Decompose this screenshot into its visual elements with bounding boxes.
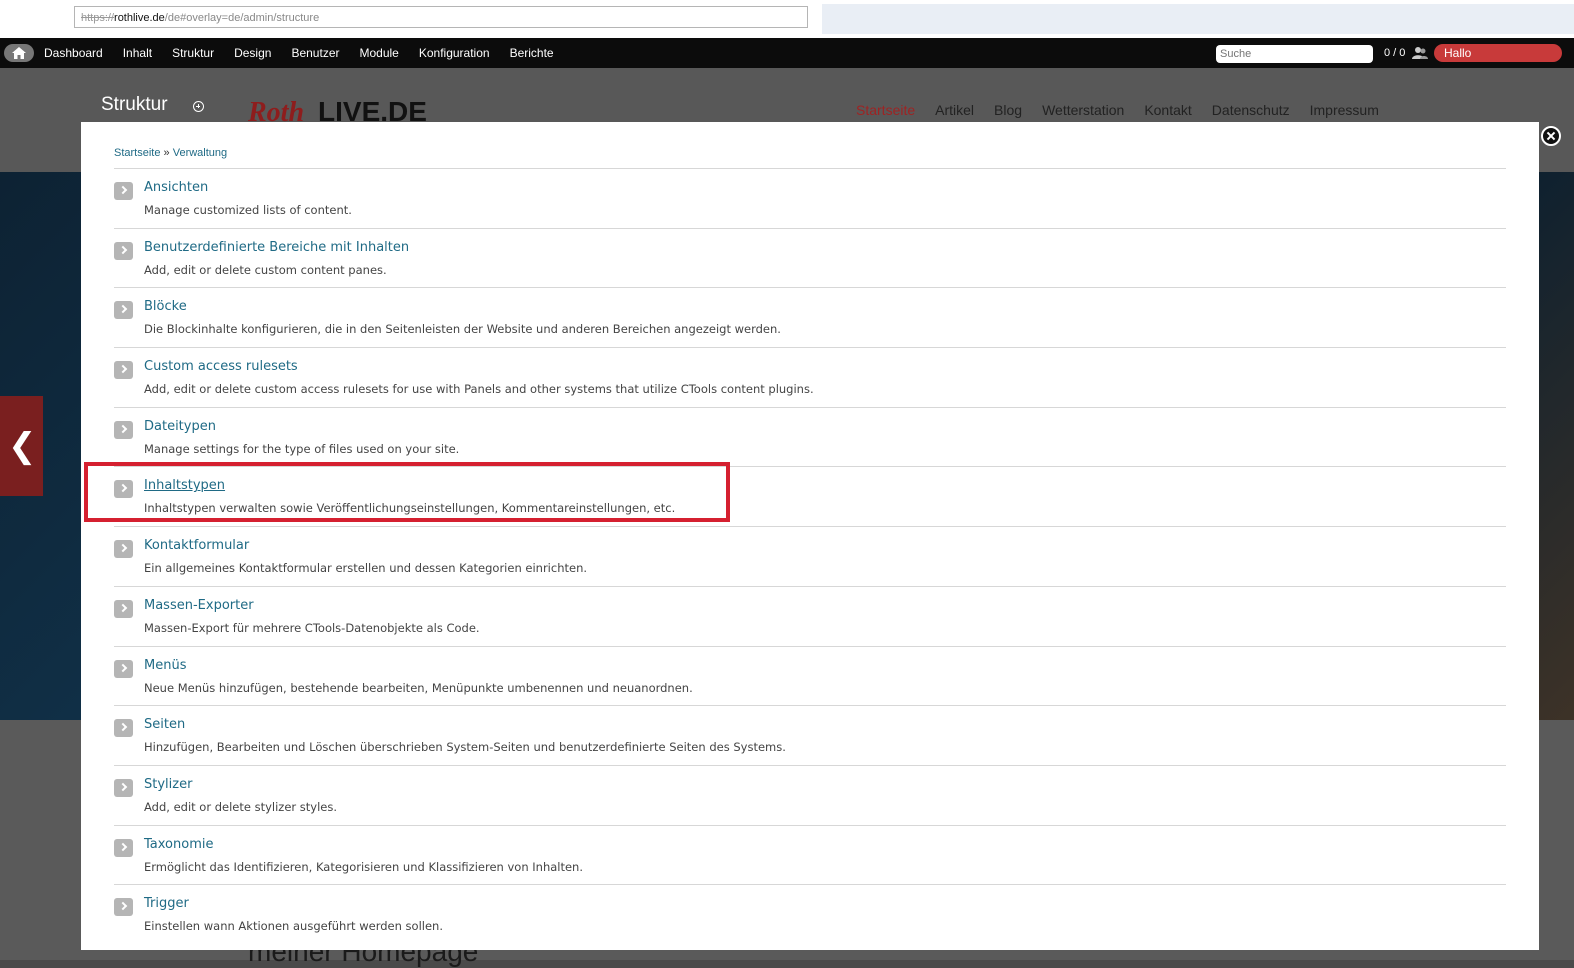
toolbar-menu-benutzer[interactable]: Benutzer <box>291 38 339 68</box>
list-item: Stylizer Add, edit or delete stylizer sty… <box>114 764 1506 825</box>
users-icon <box>1412 47 1428 59</box>
list-item-title-link[interactable]: Massen-Exporter <box>144 598 254 613</box>
chevron-right-icon[interactable] <box>114 838 133 857</box>
home-icon <box>12 47 26 59</box>
list-item: Ansichten Manage customized lists of cont… <box>114 168 1506 228</box>
list-item-title-link[interactable]: Benutzerdefinierte Bereiche mit Inhalten <box>144 240 409 255</box>
list-item-title-link[interactable]: Taxonomie <box>144 837 213 852</box>
user-counter: 0 / 0 <box>1384 47 1406 59</box>
list-item: Custom access rulesets Add, edit or delet… <box>114 347 1506 407</box>
list-item-description: Add, edit or delete stylizer styles. <box>144 799 338 814</box>
url-host: rothlive.de <box>114 12 165 24</box>
add-shortcut-icon[interactable] <box>193 101 204 112</box>
breadcrumb-startseite[interactable]: Startseite <box>114 147 160 159</box>
chevron-right-icon[interactable] <box>114 301 133 320</box>
user-menu-button[interactable]: Hallo <box>1434 44 1562 62</box>
list-item: Trigger Einstellen wann Aktionen ausgefüh… <box>114 884 1506 944</box>
highlight-annotation <box>84 462 730 522</box>
list-item-description: Ein allgemeines Kontaktformular erstelle… <box>144 561 588 576</box>
toolbar-menu: Dashboard Inhalt Struktur Design Benutzer Mod… <box>44 38 574 68</box>
list-item-title-link[interactable]: Dateitypen <box>144 419 216 434</box>
address-bar[interactable]: https://rothlive.de/de#overlay=de/admin/… <box>74 6 808 28</box>
list-item-title-link[interactable]: Ansichten <box>144 180 208 195</box>
chevron-right-icon[interactable] <box>114 241 133 260</box>
chevron-right-icon[interactable] <box>114 898 133 917</box>
toolbar-menu-dashboard[interactable]: Dashboard <box>44 38 103 68</box>
list-item-description: Ermöglicht das Identifizieren, Kategoris… <box>144 859 583 874</box>
chevron-right-icon[interactable] <box>114 182 133 200</box>
list-item: Menüs Neue Menüs hinzufügen, bestehende b… <box>114 645 1506 706</box>
url-path: /de#overlay=de/admin/structure <box>164 12 320 24</box>
admin-structure-list: Ansichten Manage customized lists of cont… <box>114 168 1506 944</box>
chevron-right-icon[interactable] <box>114 659 133 678</box>
list-item-title-link[interactable]: Blöcke <box>144 299 187 314</box>
list-item: Seiten Hinzufügen, Bearbeiten und Löschen… <box>114 705 1506 765</box>
breadcrumb-separator: » <box>163 147 170 159</box>
list-item: Taxonomie Ermöglicht das Identifizieren, … <box>114 824 1506 885</box>
site-nav-datenschutz[interactable]: Datenschutz <box>1212 102 1290 118</box>
toolbar-menu-struktur[interactable]: Struktur <box>172 38 214 68</box>
site-nav-kontakt[interactable]: Kontakt <box>1144 102 1191 118</box>
slider-prev-button[interactable]: ❮ <box>0 396 43 496</box>
toolbar-menu-module[interactable]: Module <box>359 38 398 68</box>
list-item-description: Einstellen wann Aktionen ausgeführt werd… <box>144 919 443 934</box>
breadcrumb-verwaltung[interactable]: Verwaltung <box>173 147 227 159</box>
url-scheme: https:// <box>81 12 115 24</box>
list-item: Blöcke Die Blockinhalte konfigurieren, di… <box>114 287 1506 347</box>
list-item-title-link[interactable]: Stylizer <box>144 777 192 792</box>
chevron-left-icon: ❮ <box>8 426 37 466</box>
list-item-title-link[interactable]: Menüs <box>144 658 186 673</box>
site-nav-startseite[interactable]: Startseite <box>856 102 915 118</box>
list-item-description: Manage settings for the type of files us… <box>144 441 460 456</box>
list-item: Dateitypen Manage settings for the type o… <box>114 406 1506 467</box>
browser-bar: https://rothlive.de/de#overlay=de/admin/… <box>0 0 1574 38</box>
site-nav-blog[interactable]: Blog <box>994 102 1022 118</box>
site-nav-artikel[interactable]: Artikel <box>935 102 974 118</box>
toolbar-menu-konfiguration[interactable]: Konfiguration <box>419 38 490 68</box>
toolbar-menu-berichte[interactable]: Berichte <box>510 38 554 68</box>
chevron-right-icon[interactable] <box>114 420 133 439</box>
list-item-title-link[interactable]: Kontaktformular <box>144 538 249 553</box>
toolbar-menu-inhalt[interactable]: Inhalt <box>123 38 152 68</box>
list-item-title-link[interactable]: Seiten <box>144 717 185 732</box>
list-item: Benutzerdefinierte Bereiche mit Inhalten… <box>114 227 1506 288</box>
list-item: Kontaktformular Ein allgemeines Kontaktfo… <box>114 526 1506 586</box>
list-item-description: Die Blockinhalte konfigurieren, die in d… <box>144 322 781 337</box>
list-item-title-link[interactable]: Trigger <box>144 896 189 911</box>
site-nav-wetterstation[interactable]: Wetterstation <box>1042 102 1124 118</box>
list-item-description: Neue Menüs hinzufügen, bestehende bearbe… <box>144 680 693 695</box>
chevron-right-icon[interactable] <box>114 540 133 559</box>
browser-tab-strip <box>822 4 1574 34</box>
list-item-description: Add, edit or delete custom access rulese… <box>144 382 814 397</box>
home-button[interactable] <box>4 44 34 62</box>
list-item-title-link[interactable]: Custom access rulesets <box>144 359 298 374</box>
admin-toolbar: Dashboard Inhalt Struktur Design Benutzer Mod… <box>0 38 1574 68</box>
site-navigation: Startseite Artikel Blog Wetterstation Kontak… <box>856 102 1399 118</box>
list-item-description: Massen-Export für mehrere CTools-Datenob… <box>144 620 480 635</box>
search-input[interactable] <box>1216 45 1373 63</box>
list-item-description: Add, edit or delete custom content panes… <box>144 262 387 277</box>
list-item-description: Manage customized lists of content. <box>144 203 352 217</box>
breadcrumb: Startseite » Verwaltung <box>114 147 227 159</box>
chevron-right-icon[interactable] <box>114 778 133 797</box>
chevron-right-icon[interactable] <box>114 719 133 738</box>
close-overlay-button[interactable] <box>1541 126 1561 146</box>
chevron-right-icon[interactable] <box>114 599 133 618</box>
chevron-right-icon[interactable] <box>114 361 133 380</box>
list-item-description: Hinzufügen, Bearbeiten und Löschen übers… <box>144 740 786 755</box>
overlay-page-title: Struktur <box>101 94 168 115</box>
toolbar-menu-design[interactable]: Design <box>234 38 271 68</box>
site-nav-impressum[interactable]: Impressum <box>1310 102 1379 118</box>
list-item: Massen-Exporter Massen-Export für mehrere… <box>114 585 1506 646</box>
